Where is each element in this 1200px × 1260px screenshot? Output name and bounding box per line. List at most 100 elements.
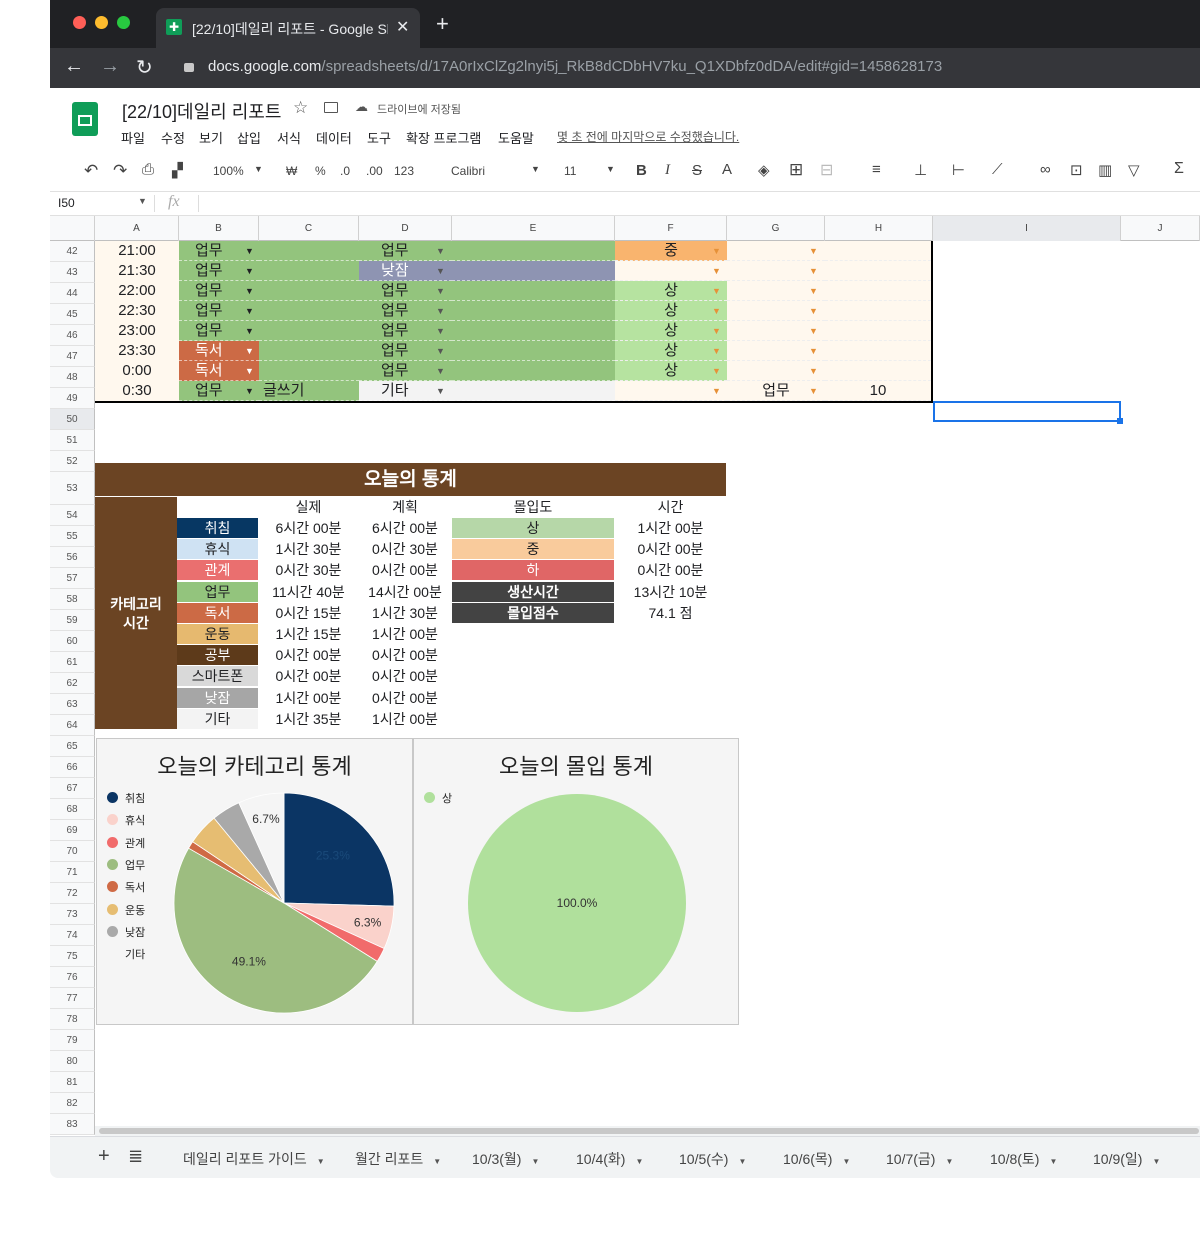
- row-header[interactable]: 76: [50, 967, 95, 988]
- row-header[interactable]: 65: [50, 736, 95, 757]
- chevron-down-icon[interactable]: ▼: [245, 306, 254, 316]
- move-folder-icon[interactable]: [324, 102, 338, 113]
- row-header[interactable]: 82: [50, 1093, 95, 1114]
- merge-cells-icon[interactable]: ⊟: [820, 160, 833, 180]
- row-header[interactable]: 45: [50, 304, 95, 325]
- font-size-dropdown-icon[interactable]: ▼: [606, 164, 615, 174]
- menu-file[interactable]: 파일: [121, 128, 145, 147]
- vertical-align-icon[interactable]: ⊥: [914, 161, 927, 179]
- chevron-down-icon[interactable]: ▼: [436, 366, 445, 376]
- score-cell[interactable]: [825, 341, 931, 361]
- chevron-down-icon[interactable]: ▼: [945, 1157, 953, 1166]
- row-header[interactable]: 62: [50, 673, 95, 694]
- row-header[interactable]: 53: [50, 472, 95, 505]
- focus-level-cell[interactable]: 상: [615, 321, 727, 341]
- close-tab-icon[interactable]: ✕: [396, 17, 409, 37]
- time-cell[interactable]: 22:30: [95, 301, 179, 321]
- score-cell[interactable]: [825, 261, 931, 281]
- chevron-down-icon[interactable]: ▼: [635, 1157, 643, 1166]
- increase-decimal-button[interactable]: .00: [366, 164, 383, 178]
- chevron-down-icon[interactable]: ▼: [712, 366, 721, 376]
- actual-memo-cell[interactable]: [452, 361, 615, 381]
- text-color-icon[interactable]: A: [722, 161, 732, 178]
- chevron-down-icon[interactable]: ▼: [245, 266, 254, 276]
- font-dropdown-icon[interactable]: ▼: [531, 164, 540, 174]
- selected-cell-i50[interactable]: [933, 401, 1121, 422]
- chevron-down-icon[interactable]: ▼: [245, 246, 254, 256]
- row-header[interactable]: 50: [50, 409, 95, 430]
- undo-icon[interactable]: ↶: [84, 161, 98, 181]
- menu-format[interactable]: 서식: [277, 128, 301, 147]
- chevron-down-icon[interactable]: ▼: [436, 386, 445, 396]
- row-header[interactable]: 42: [50, 241, 95, 262]
- column-header[interactable]: E: [452, 216, 615, 241]
- chevron-down-icon[interactable]: ▼: [436, 286, 445, 296]
- menu-extensions[interactable]: 확장 프로그램: [406, 128, 481, 147]
- chevron-down-icon[interactable]: ▼: [245, 346, 254, 356]
- column-header[interactable]: J: [1121, 216, 1200, 241]
- percent-button[interactable]: %: [315, 164, 326, 178]
- row-header[interactable]: 61: [50, 652, 95, 673]
- focus-level-cell[interactable]: [615, 261, 727, 281]
- chevron-down-icon[interactable]: ▼: [809, 306, 818, 316]
- chevron-down-icon[interactable]: ▼: [712, 246, 721, 256]
- row-header[interactable]: 68: [50, 799, 95, 820]
- row-header[interactable]: 74: [50, 925, 95, 946]
- sheet-tab[interactable]: 10/7(금) ▼: [886, 1149, 953, 1169]
- chevron-down-icon[interactable]: ▼: [436, 246, 445, 256]
- memo-cell[interactable]: [259, 341, 359, 361]
- score-cell[interactable]: [825, 301, 931, 321]
- row-header[interactable]: 69: [50, 820, 95, 841]
- select-all-corner[interactable]: [50, 216, 95, 241]
- chevron-down-icon[interactable]: ▼: [712, 326, 721, 336]
- memo-cell[interactable]: [259, 301, 359, 321]
- focus-level-cell[interactable]: 중: [615, 241, 727, 261]
- chevron-down-icon[interactable]: ▼: [738, 1157, 746, 1166]
- print-icon[interactable]: ⎙: [142, 161, 154, 178]
- name-box[interactable]: I50: [58, 196, 75, 210]
- chevron-down-icon[interactable]: ▼: [712, 266, 721, 276]
- score-cell[interactable]: [825, 281, 931, 301]
- sheet-tab[interactable]: 10/9(일) ▼: [1093, 1149, 1160, 1169]
- row-header[interactable]: 77: [50, 988, 95, 1009]
- actual-memo-cell[interactable]: [452, 241, 615, 261]
- score-cell[interactable]: [825, 361, 931, 381]
- row-header[interactable]: 56: [50, 547, 95, 568]
- chevron-down-icon[interactable]: ▼: [842, 1157, 850, 1166]
- browser-tab[interactable]: ✚ [22/10]데일리 리포트 - Google Sh ✕: [156, 8, 420, 48]
- bold-icon[interactable]: B: [636, 162, 647, 179]
- url-field[interactable]: docs.google.com/spreadsheets/d/17A0rIxCl…: [208, 58, 942, 75]
- row-header[interactable]: 58: [50, 589, 95, 610]
- chevron-down-icon[interactable]: ▼: [712, 386, 721, 396]
- actual-memo-cell[interactable]: [452, 281, 615, 301]
- fill-color-icon[interactable]: ◈: [758, 161, 770, 179]
- actual-memo-cell[interactable]: [452, 321, 615, 341]
- row-header[interactable]: 79: [50, 1030, 95, 1051]
- sheet-tab[interactable]: 10/3(월) ▼: [472, 1149, 539, 1169]
- row-header[interactable]: 47: [50, 346, 95, 367]
- focus-level-cell[interactable]: [615, 381, 727, 401]
- time-cell[interactable]: 23:30: [95, 341, 179, 361]
- row-header[interactable]: 73: [50, 904, 95, 925]
- menu-insert[interactable]: 삽입: [237, 128, 261, 147]
- row-header[interactable]: 49: [50, 388, 95, 409]
- chevron-down-icon[interactable]: ▼: [809, 386, 818, 396]
- text-wrap-icon[interactable]: ⊢: [952, 161, 965, 179]
- menu-edit[interactable]: 수정: [161, 128, 185, 147]
- fill-handle[interactable]: [1117, 418, 1123, 424]
- chevron-down-icon[interactable]: ▼: [1049, 1157, 1057, 1166]
- row-header[interactable]: 48: [50, 367, 95, 388]
- score-cell[interactable]: 10: [825, 381, 931, 401]
- chevron-down-icon[interactable]: ▼: [436, 266, 445, 276]
- chevron-down-icon[interactable]: ▼: [245, 386, 254, 396]
- row-header[interactable]: 59: [50, 610, 95, 631]
- row-header[interactable]: 81: [50, 1072, 95, 1093]
- chevron-down-icon[interactable]: ▼: [531, 1157, 539, 1166]
- column-header[interactable]: A: [95, 216, 179, 241]
- column-header[interactable]: D: [359, 216, 452, 241]
- menu-view[interactable]: 보기: [199, 128, 223, 147]
- paint-format-icon[interactable]: ▞: [172, 162, 183, 179]
- sheet-tab[interactable]: 10/5(수) ▼: [679, 1149, 746, 1169]
- forward-icon[interactable]: →: [100, 55, 120, 78]
- column-header[interactable]: H: [825, 216, 933, 241]
